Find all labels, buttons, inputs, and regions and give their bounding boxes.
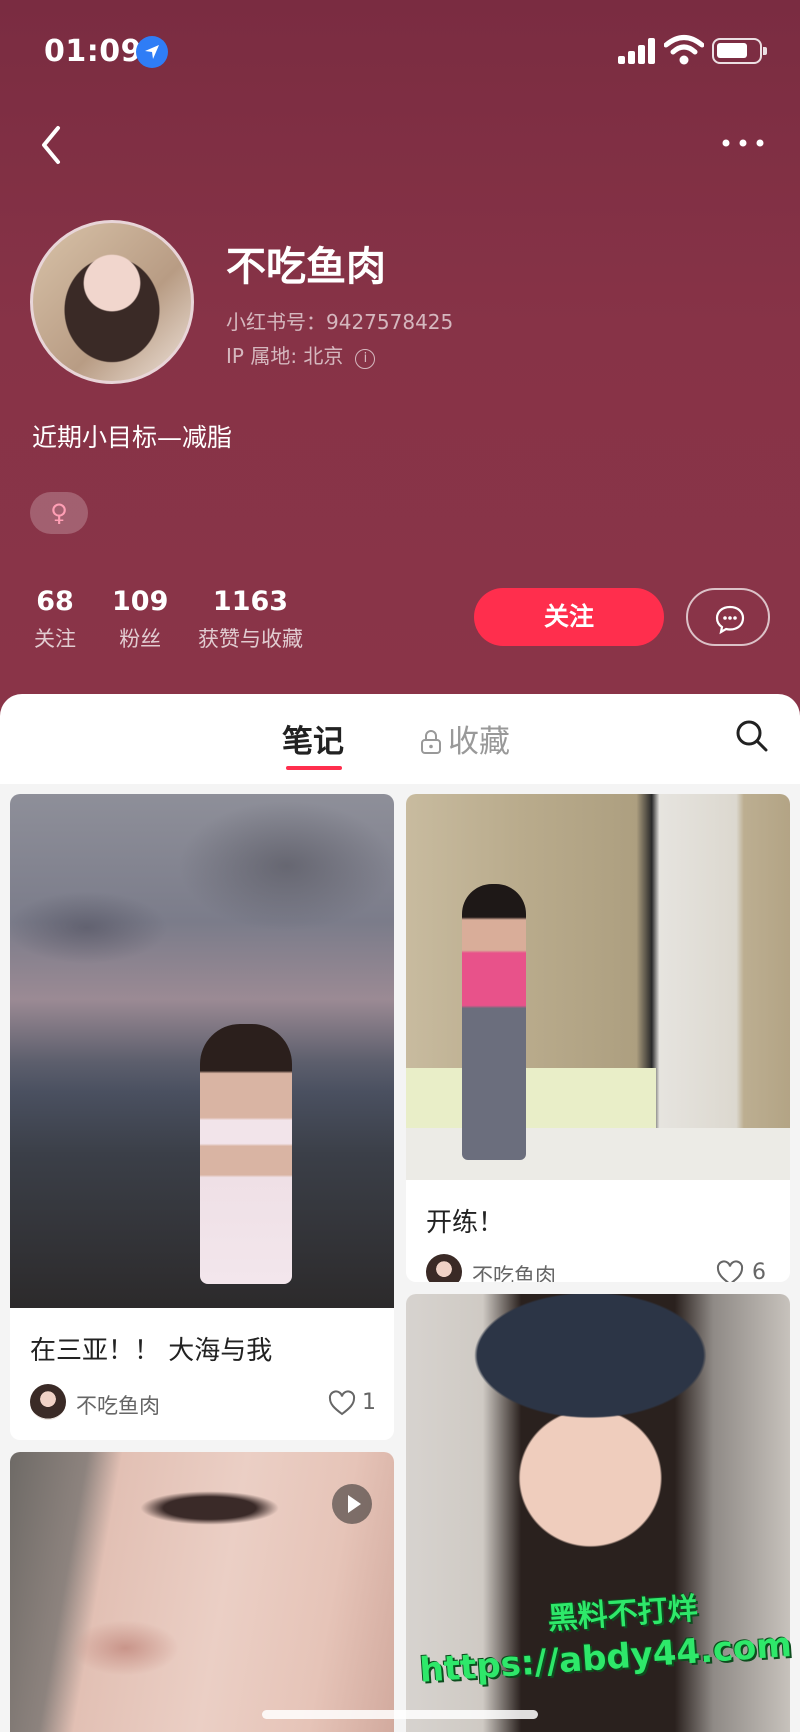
author-avatar <box>30 1384 66 1420</box>
note-card[interactable] <box>10 1452 394 1732</box>
ip-location: IP 属地: 北京 i <box>226 340 376 369</box>
note-cover-image <box>406 794 790 1180</box>
female-gender-icon: ♀ <box>30 492 88 534</box>
info-icon[interactable]: i <box>355 349 376 369</box>
chat-bubble-icon <box>715 605 745 635</box>
tab-saves-label: 收藏 <box>448 724 510 760</box>
note-cover-image <box>10 794 394 1308</box>
profile-header: 01:09 不吃鱼肉 小红书号：9427578425 IP 属地: 北京 i 近期… <box>0 0 800 720</box>
note-title: 开练！ <box>426 1208 505 1238</box>
author-name: 不吃鱼肉 <box>76 1394 160 1418</box>
active-tab-indicator <box>286 766 342 770</box>
tab-notes[interactable]: 笔记 <box>282 716 344 761</box>
cellular-signal-icon <box>618 38 656 64</box>
follow-button[interactable]: 关注 <box>474 588 664 646</box>
author-avatar <box>426 1254 462 1282</box>
stat-following-label: 关注 <box>34 627 76 651</box>
author-name: 不吃鱼肉 <box>472 1264 556 1282</box>
note-card[interactable]: 在三亚！！ 大海与我 不吃鱼肉 1 <box>10 794 394 1440</box>
heart-icon[interactable] <box>328 1390 356 1416</box>
tab-saves[interactable]: 收藏 <box>420 716 510 761</box>
note-title: 在三亚！！ 大海与我 <box>30 1336 273 1366</box>
status-time: 01:09 <box>44 34 142 69</box>
stat-likes-saves[interactable]: 1163 获赞与收藏 <box>198 586 303 653</box>
back-arrow-icon[interactable] <box>34 120 74 170</box>
content-tab-bar: 笔记 收藏 <box>0 694 800 784</box>
stat-likes-value: 1163 <box>212 586 289 617</box>
stat-followers-label: 粉丝 <box>119 627 162 651</box>
stat-followers[interactable]: 109 粉丝 <box>112 586 168 653</box>
stat-likes-label: 获赞与收藏 <box>198 627 303 651</box>
ip-location-text: IP 属地: 北京 <box>226 344 344 368</box>
message-button[interactable] <box>686 588 770 646</box>
more-options-icon[interactable] <box>718 128 768 158</box>
video-play-icon <box>332 1484 372 1524</box>
stat-following-value: 68 <box>36 586 74 617</box>
like-count: 1 <box>362 1390 376 1415</box>
profile-avatar[interactable] <box>30 220 194 384</box>
lock-icon <box>421 730 441 754</box>
search-icon[interactable] <box>734 718 770 754</box>
profile-bio: 近期小目标—减脂 <box>32 423 233 452</box>
stat-following[interactable]: 68 关注 <box>34 586 76 653</box>
note-card[interactable]: 开练！ 不吃鱼肉 6 <box>406 794 790 1282</box>
redbook-id: 小红书号：9427578425 <box>226 310 454 334</box>
like-count: 6 <box>752 1260 766 1282</box>
heart-icon[interactable] <box>716 1260 744 1282</box>
location-arrow-icon <box>136 36 168 68</box>
stat-followers-value: 109 <box>112 586 169 617</box>
profile-name: 不吃鱼肉 <box>226 244 386 290</box>
battery-icon <box>712 38 767 64</box>
wifi-icon <box>664 35 704 65</box>
status-bar: 01:09 <box>0 0 800 100</box>
home-indicator <box>262 1710 538 1719</box>
